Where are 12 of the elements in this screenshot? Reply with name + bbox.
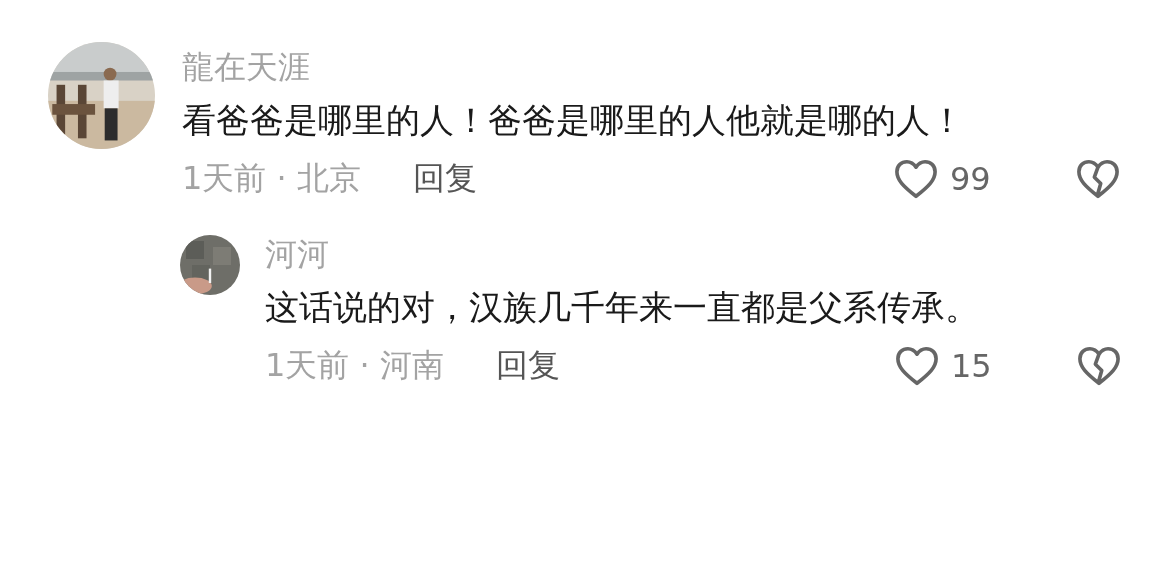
like-count: 99 [950, 160, 992, 198]
timestamp-location: 1天前 · 河南 [265, 345, 444, 386]
heart-icon[interactable] [894, 159, 938, 199]
comment-text: 这话说的对，汉族几千年来一直都是父系传承。 [265, 286, 980, 329]
broken-heart-icon[interactable] [1076, 159, 1120, 199]
reply-link[interactable]: 回复 [412, 157, 477, 201]
like-count: 15 [951, 347, 993, 385]
comment-text: 看爸爸是哪里的人！爸爸是哪里的人他就是哪的人！ [182, 99, 965, 142]
heart-icon[interactable] [895, 346, 939, 386]
timestamp-location: 1天前 · 北京 [182, 158, 361, 199]
reply-link[interactable]: 回复 [495, 344, 560, 388]
broken-heart-icon[interactable] [1077, 346, 1121, 386]
